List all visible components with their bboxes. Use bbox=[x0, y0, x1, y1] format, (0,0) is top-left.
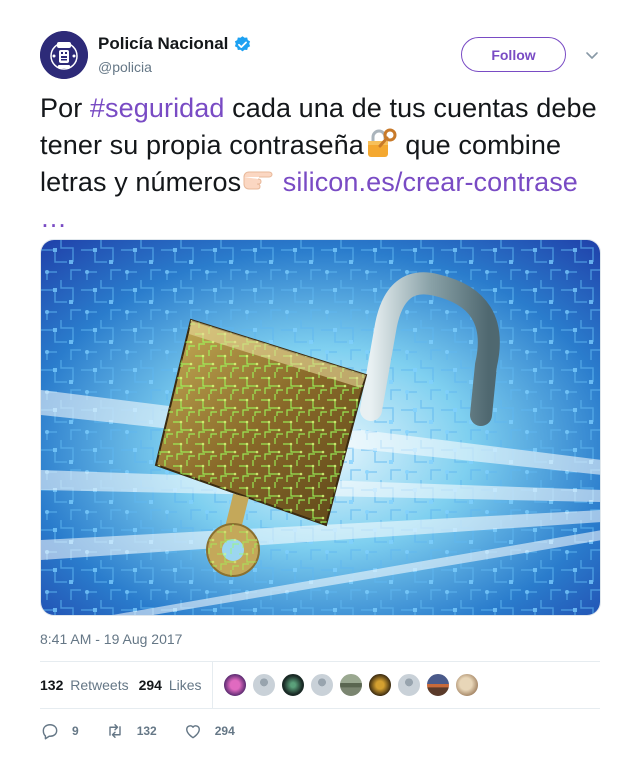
verified-badge-icon bbox=[235, 35, 251, 51]
liker-avatars bbox=[222, 673, 484, 697]
like-button[interactable]: 294 bbox=[183, 721, 235, 741]
liker-avatar[interactable] bbox=[396, 673, 421, 697]
heart-icon bbox=[185, 725, 200, 739]
tweet-text: Por #seguridad cada una de tus cuentas d… bbox=[40, 90, 606, 236]
hashtag-link[interactable]: #seguridad bbox=[90, 93, 225, 123]
likes-stat[interactable]: 294 Likes bbox=[139, 677, 202, 693]
avatar[interactable] bbox=[40, 31, 88, 79]
like-count: 294 bbox=[214, 724, 235, 738]
tweet-timestamp[interactable]: 8:41 AM - 19 Aug 2017 bbox=[40, 631, 182, 647]
tweet-media[interactable] bbox=[40, 239, 601, 616]
divider bbox=[40, 708, 600, 709]
police-badge-icon bbox=[40, 31, 88, 79]
lock-with-key-icon bbox=[367, 128, 397, 157]
retweet-icon bbox=[108, 724, 121, 738]
tweet-stats: 132 Retweets 294 Likes bbox=[40, 662, 600, 708]
liker-avatar[interactable] bbox=[309, 673, 334, 697]
tweet-actions: 9 132 294 bbox=[40, 720, 261, 742]
tweet-text-segment: Por bbox=[40, 93, 90, 123]
likes-label: Likes bbox=[168, 677, 202, 693]
liker-avatar[interactable] bbox=[338, 673, 363, 697]
open-padlock-circuit-image bbox=[41, 240, 600, 615]
liker-avatar[interactable] bbox=[425, 673, 450, 697]
tweet-text-segment bbox=[275, 167, 283, 197]
likes-count: 294 bbox=[138, 677, 162, 693]
handle[interactable]: @policia bbox=[98, 59, 152, 75]
reply-count: 9 bbox=[72, 724, 79, 738]
chevron-down-icon[interactable] bbox=[584, 47, 600, 63]
retweet-count: 132 bbox=[136, 724, 157, 738]
reply-button[interactable]: 9 bbox=[40, 721, 79, 741]
liker-avatar[interactable] bbox=[454, 673, 479, 697]
tweet-header: Policía Nacional @policia Follow bbox=[40, 31, 600, 79]
retweets-stat[interactable]: 132 Retweets bbox=[40, 677, 129, 693]
liker-avatar[interactable] bbox=[367, 673, 392, 697]
display-name[interactable]: Policía Nacional bbox=[98, 34, 228, 54]
retweet-button[interactable]: 132 bbox=[105, 721, 157, 741]
pointing-right-icon bbox=[243, 171, 273, 190]
liker-avatar[interactable] bbox=[222, 673, 247, 697]
liker-avatar[interactable] bbox=[251, 673, 276, 697]
follow-button[interactable]: Follow bbox=[461, 37, 566, 72]
retweets-label: Retweets bbox=[70, 677, 129, 693]
liker-avatar[interactable] bbox=[280, 673, 305, 697]
reply-icon bbox=[42, 724, 58, 740]
retweets-count: 132 bbox=[40, 677, 64, 693]
stats-divider bbox=[211, 662, 213, 708]
